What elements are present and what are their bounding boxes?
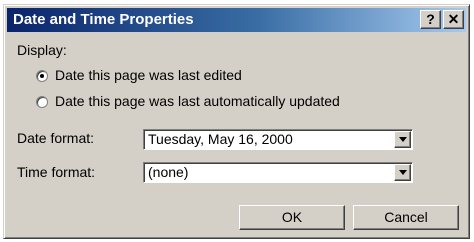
close-button[interactable]: ✕ — [443, 10, 464, 29]
date-format-value: Tuesday, May 16, 2000 — [148, 131, 293, 147]
radio-dot — [40, 74, 44, 78]
date-format-dropdown-button[interactable] — [394, 131, 411, 148]
radio-last-edited-label: Date this page was last edited — [55, 67, 242, 83]
radio-last-updated-label: Date this page was last automatically up… — [55, 93, 340, 109]
help-button[interactable]: ? — [420, 10, 441, 29]
time-format-value: (none) — [148, 164, 189, 180]
chevron-down-icon — [399, 170, 407, 175]
title-bar[interactable]: Date and Time Properties ? ✕ — [7, 8, 466, 32]
date-time-properties-dialog: Date and Time Properties ? ✕ Display: Da… — [3, 4, 470, 239]
display-label: Display: — [17, 42, 67, 58]
time-format-select[interactable]: (none) — [143, 162, 413, 183]
date-format-label: Date format: — [17, 130, 95, 146]
radio-button-selected[interactable] — [36, 70, 48, 82]
cancel-button[interactable]: Cancel — [353, 205, 459, 230]
time-format-dropdown-button[interactable] — [394, 164, 411, 181]
chevron-down-icon — [399, 137, 407, 142]
close-icon: ✕ — [447, 11, 460, 27]
window-title: Date and Time Properties — [13, 11, 194, 28]
help-icon: ? — [426, 11, 435, 27]
ok-button[interactable]: OK — [239, 205, 345, 230]
radio-button-unselected[interactable] — [36, 96, 48, 108]
date-format-select[interactable]: Tuesday, May 16, 2000 — [143, 129, 413, 150]
time-format-label: Time format: — [17, 164, 96, 180]
